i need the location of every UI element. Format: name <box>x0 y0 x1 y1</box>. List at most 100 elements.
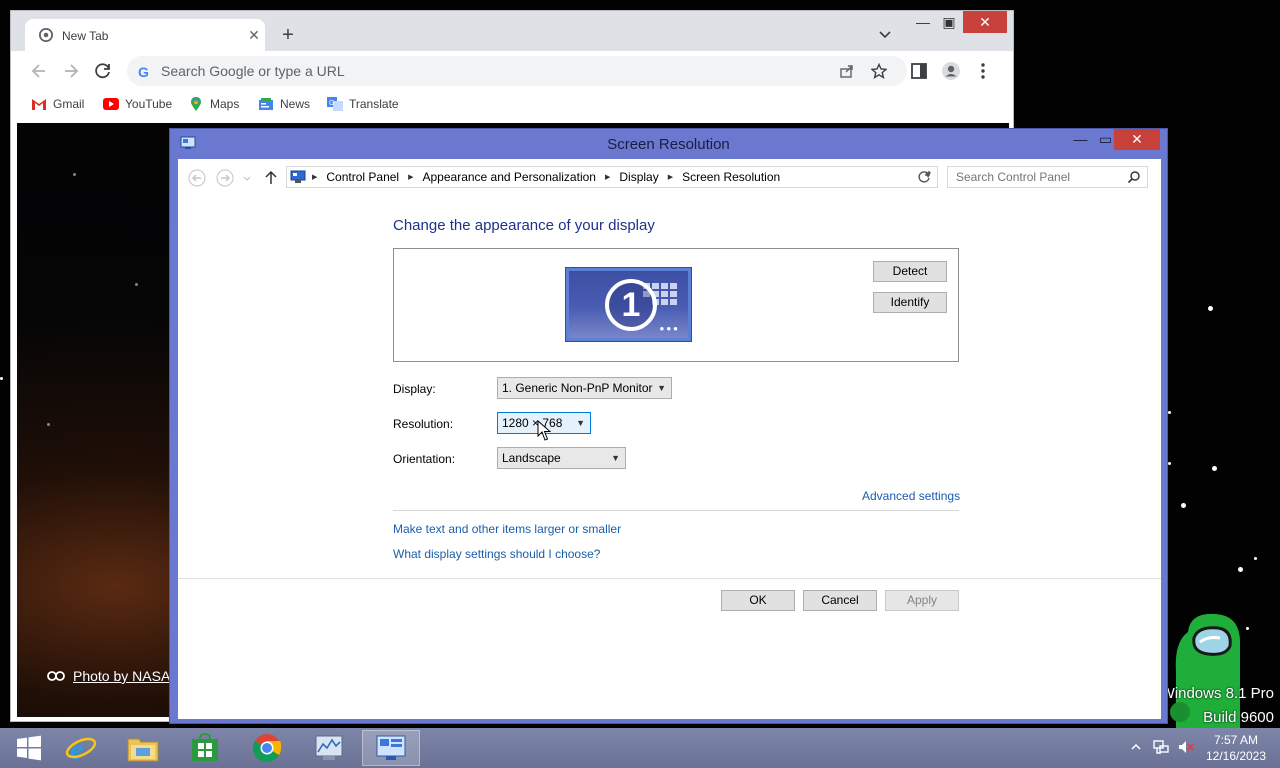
star <box>1181 503 1186 508</box>
start-button[interactable] <box>0 730 58 766</box>
bookmark-gmail[interactable]: Gmail <box>31 95 84 113</box>
search-icon[interactable] <box>1127 170 1141 184</box>
star <box>0 377 3 380</box>
orientation-select[interactable]: Landscape ▼ <box>497 447 626 469</box>
breadcrumb-appearance[interactable]: Appearance and Personalization <box>423 170 596 184</box>
display-settings-help-link[interactable]: What display settings should I choose? <box>393 547 600 561</box>
volume-muted-icon[interactable] <box>1177 738 1195 756</box>
bookmark-label: News <box>280 97 311 111</box>
photo-credit-link[interactable]: Photo by NASA I <box>47 668 177 684</box>
taskbar-store[interactable] <box>176 730 234 766</box>
tab-title: New Tab <box>62 29 109 43</box>
chrome-toolbar: G Search Google or type a URL <box>11 51 1013 91</box>
star <box>73 173 76 176</box>
monitor-screen: 1 ●●● <box>569 271 688 338</box>
internet-explorer-icon: e <box>65 733 97 764</box>
back-arrow-icon[interactable] <box>188 169 206 187</box>
resolution-select-value: 1280 × 768 <box>502 416 563 430</box>
start-icon <box>17 735 41 761</box>
reload-icon[interactable] <box>93 61 113 81</box>
bookmark-maps[interactable]: Maps <box>188 95 239 113</box>
side-panel-icon[interactable] <box>909 61 929 81</box>
breadcrumb-control-panel[interactable]: Control Panel <box>326 170 399 184</box>
show-hidden-icons-chevron-icon[interactable] <box>1130 738 1142 756</box>
up-arrow-icon[interactable] <box>262 169 280 187</box>
omnibox[interactable]: G Search Google or type a URL <box>127 56 907 86</box>
chrome-tab-new-tab[interactable]: New Tab ✕ <box>25 19 265 51</box>
bookmark-label: YouTube <box>125 97 173 111</box>
cancel-button[interactable]: Cancel <box>803 590 877 611</box>
star <box>1208 306 1213 311</box>
back-arrow-icon[interactable] <box>29 61 49 81</box>
display-select[interactable]: 1. Generic Non-PnP Monitor ▼ <box>497 377 672 399</box>
profile-avatar-icon[interactable] <box>941 61 961 81</box>
star <box>1254 557 1257 560</box>
recent-locations-chevron-icon[interactable] <box>242 169 252 187</box>
chrome-close-button[interactable]: ✕ <box>963 11 1007 33</box>
breadcrumb-screen-resolution[interactable]: Screen Resolution <box>682 170 780 184</box>
clock-time: 7:57 AM <box>1213 733 1259 747</box>
control-panel-icon <box>290 170 306 183</box>
screen-resolution-window: Screen Resolution — ▭ ✕ ▶ Control Panel … <box>169 128 1168 724</box>
bookmark-news[interactable]: News <box>258 95 310 113</box>
windows-build-watermark: Build 9600 <box>1203 709 1274 726</box>
share-icon[interactable] <box>839 63 855 79</box>
breadcrumb[interactable]: ▶ Control Panel ▶ Appearance and Persona… <box>286 166 938 188</box>
chrome-minimize-button[interactable]: — <box>909 11 937 33</box>
file-explorer-icon <box>127 738 159 762</box>
breadcrumb-separator-icon: ▶ <box>408 174 414 181</box>
forward-arrow-icon[interactable] <box>216 169 234 187</box>
ok-button[interactable]: OK <box>721 590 795 611</box>
minimize-button[interactable]: — <box>1067 129 1094 150</box>
bookmark-youtube[interactable]: YouTube <box>103 95 172 113</box>
apply-button[interactable]: Apply <box>885 590 959 611</box>
svg-text:e: e <box>70 733 83 764</box>
chevron-down-icon: ▼ <box>611 453 620 463</box>
search-control-panel-box[interactable] <box>947 166 1148 188</box>
refresh-icon[interactable] <box>916 169 932 185</box>
bookmark-translate[interactable]: G Translate <box>327 95 399 113</box>
breadcrumb-separator-icon: ▶ <box>604 174 611 181</box>
divider <box>393 510 959 511</box>
taskbar-internet-explorer[interactable]: e <box>52 730 110 766</box>
chrome-maximize-button[interactable]: ▣ <box>935 11 963 33</box>
search-input[interactable] <box>948 167 1118 187</box>
monitor-number-badge: 1 <box>605 279 657 331</box>
advanced-settings-link[interactable]: Advanced settings <box>862 489 960 503</box>
photo-credit-text: Photo by NASA I <box>73 668 178 684</box>
page-title: Change the appearance of your display <box>393 217 655 234</box>
performance-monitor-icon <box>315 735 343 760</box>
mouse-cursor-icon <box>537 420 551 441</box>
chevron-down-icon: ▼ <box>576 418 585 428</box>
system-clock[interactable]: 7:57 AM 12/16/2023 <box>1200 732 1272 764</box>
taskbar-control-panel[interactable] <box>362 730 420 766</box>
monitor-dots-icon: ●●● <box>659 324 680 333</box>
star <box>47 423 50 426</box>
bookmark-label: Gmail <box>53 97 85 111</box>
taskbar-file-explorer[interactable] <box>114 730 172 766</box>
close-tab-icon[interactable]: ✕ <box>245 26 263 44</box>
forward-arrow-icon[interactable] <box>61 61 81 81</box>
identify-button[interactable]: Identify <box>873 292 947 313</box>
chrome-menu-icon[interactable] <box>973 61 993 81</box>
taskbar-chrome[interactable] <box>238 730 296 766</box>
detect-button[interactable]: Detect <box>873 261 947 282</box>
store-icon <box>192 733 218 761</box>
windows-edition-watermark: Windows 8.1 Pro <box>1160 685 1274 702</box>
star <box>1238 567 1243 572</box>
breadcrumb-separator-icon: ▶ <box>667 174 674 181</box>
monitor-1-thumbnail[interactable]: 1 ●●● <box>565 267 692 342</box>
control-panel-icon <box>376 735 406 760</box>
divider <box>178 578 1161 579</box>
text-size-link[interactable]: Make text and other items larger or smal… <box>393 522 621 536</box>
network-icon[interactable] <box>1152 738 1170 756</box>
window-titlebar[interactable]: Screen Resolution — ▭ ✕ <box>170 129 1167 159</box>
new-tab-button[interactable]: + <box>277 25 299 47</box>
breadcrumb-display[interactable]: Display <box>619 170 658 184</box>
close-button[interactable]: ✕ <box>1114 129 1160 150</box>
bookmark-star-icon[interactable] <box>871 63 887 79</box>
google-g-icon: G <box>138 64 149 80</box>
window-title: Screen Resolution <box>607 136 730 153</box>
tab-search-chevron-icon[interactable] <box>877 27 893 43</box>
taskbar-performance-monitor[interactable] <box>300 730 358 766</box>
